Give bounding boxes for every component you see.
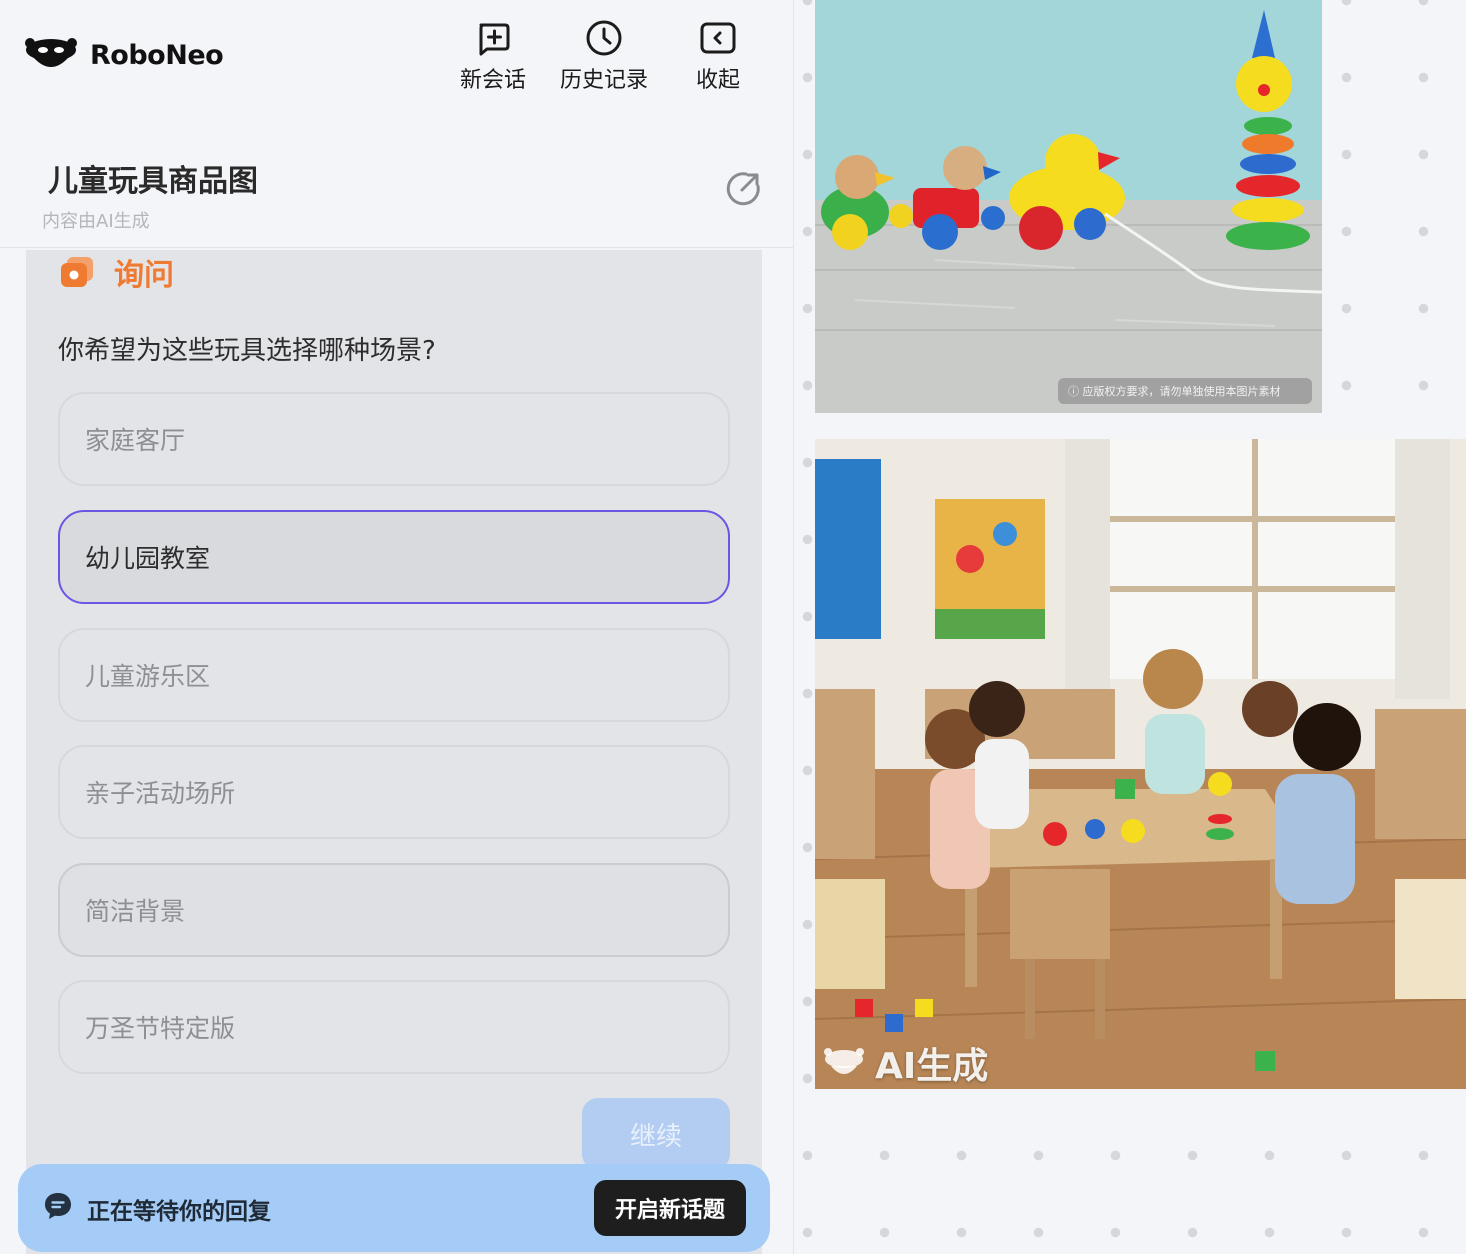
generated-image-classroom[interactable]: AI生成 <box>815 439 1466 1089</box>
option-simple-background[interactable]: 简洁背景 <box>58 863 730 957</box>
new-topic-button[interactable]: 开启新话题 <box>594 1180 746 1236</box>
generated-image-toys[interactable]: ⓘ 应版权方要求，请勿单独使用本图片素材 <box>815 0 1322 413</box>
kindergarten-classroom-image <box>815 439 1466 1089</box>
roboneo-logo-icon <box>25 38 77 67</box>
waiting-text: 正在等待你的回复 <box>87 1199 271 1225</box>
question-text: 你希望为这些玩具选择哪种场景? <box>58 336 436 366</box>
ai-generated-note: 内容由AI生成 <box>42 211 150 232</box>
chat-panel: RoboNeo 新会话 历史记录 收起 儿童玩具商品图 内容由AI生成 询问 你… <box>0 0 794 1254</box>
option-kids-play-area[interactable]: 儿童游乐区 <box>58 628 730 722</box>
chat-plus-icon <box>479 23 510 56</box>
app-logo[interactable]: RoboNeo <box>24 36 224 74</box>
new-chat-label: 新会话 <box>460 68 527 93</box>
new-chat-button[interactable]: 新会话 <box>460 18 526 94</box>
option-halloween-edition[interactable]: 万圣节特定版 <box>58 980 730 1074</box>
toys-product-image <box>815 0 1322 413</box>
option-kindergarten-classroom[interactable]: 幼儿园教室 <box>58 510 730 604</box>
copyright-notice: ⓘ 应版权方要求，请勿单独使用本图片素材 <box>1058 378 1312 404</box>
ai-generated-label: AI生成 <box>875 1046 989 1087</box>
conversation-title: 儿童玩具商品图 <box>48 164 258 199</box>
collapse-label: 收起 <box>696 68 741 93</box>
collapse-button[interactable]: 收起 <box>696 18 740 94</box>
ask-label: 询问 <box>114 258 174 293</box>
ask-header: 询问 <box>58 250 174 294</box>
roboneo-watermark-icon <box>824 1048 864 1074</box>
share-icon[interactable] <box>724 168 764 208</box>
option-living-room[interactable]: 家庭客厅 <box>58 392 730 486</box>
continue-button[interactable]: 继续 <box>582 1098 730 1170</box>
app-name: RoboNeo <box>90 39 224 71</box>
collapse-icon <box>700 22 736 54</box>
history-label: 历史记录 <box>560 68 649 93</box>
clock-icon <box>586 20 622 56</box>
header-divider <box>0 247 793 248</box>
history-button[interactable]: 历史记录 <box>560 18 648 94</box>
chat-bubble-icon <box>45 1193 71 1219</box>
option-family-activity-venue[interactable]: 亲子活动场所 <box>58 745 730 839</box>
ai-generated-watermark: AI生成 <box>823 1037 988 1089</box>
ask-icon <box>61 257 93 287</box>
waiting-status-bar: 正在等待你的回复 开启新话题 <box>18 1164 770 1252</box>
